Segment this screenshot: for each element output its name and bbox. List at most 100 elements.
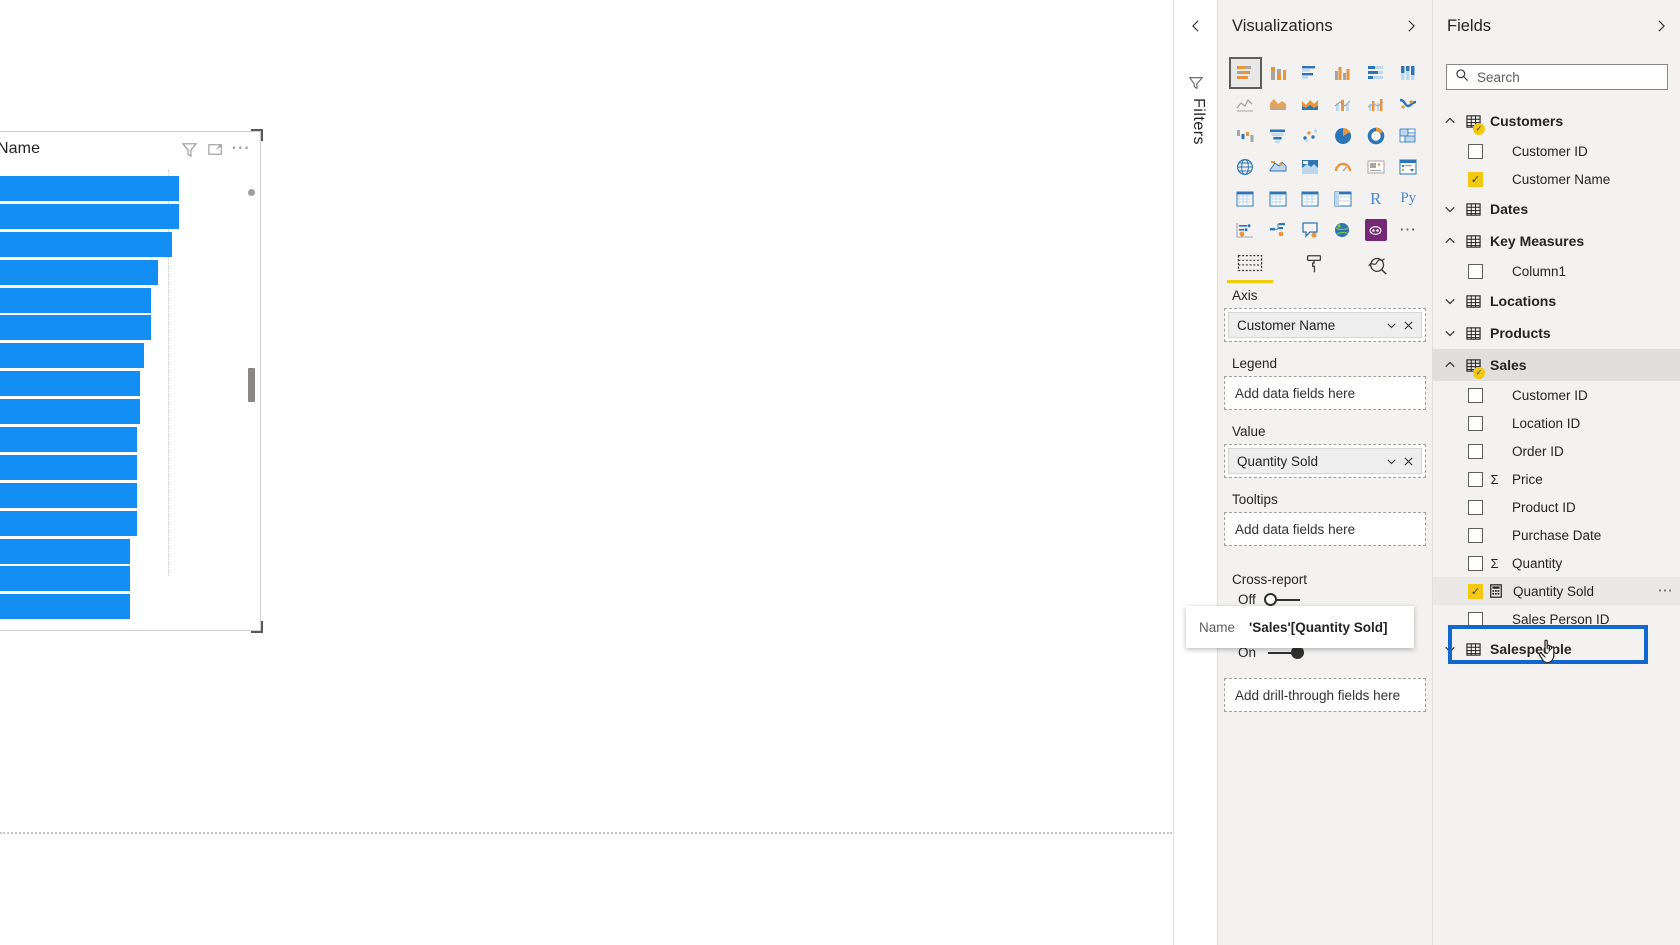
field-item-order-id[interactable]: Order ID xyxy=(1433,437,1680,465)
viz-type-kpi[interactable] xyxy=(1229,183,1262,215)
field-item-quantity[interactable]: Σ Quantity xyxy=(1433,549,1680,577)
chart-bar[interactable] xyxy=(0,287,151,313)
field-item-quantity-sold[interactable]: ✓ Quantity Sold ⋯ xyxy=(1433,577,1680,605)
viz-type-ribbon-chart[interactable] xyxy=(1392,89,1425,121)
visualizations-tabs[interactable] xyxy=(1218,245,1432,287)
chart-bar-row[interactable] xyxy=(0,315,232,341)
chevron-up-icon[interactable] xyxy=(1440,231,1460,251)
field-checkbox[interactable] xyxy=(1468,611,1483,627)
chart-bar-row[interactable] xyxy=(0,203,232,229)
viz-type-map[interactable] xyxy=(1229,152,1262,184)
chevron-down-icon[interactable] xyxy=(1440,291,1460,311)
visual-scrollbar[interactable] xyxy=(247,170,256,602)
field-item-product-id[interactable]: Product ID xyxy=(1433,493,1680,521)
field-item-location-id[interactable]: Location ID xyxy=(1433,409,1680,437)
chevron-right-icon[interactable] xyxy=(1400,15,1422,37)
tab-fields[interactable] xyxy=(1218,245,1282,283)
viz-type-table[interactable] xyxy=(1294,183,1327,215)
field-item-column1[interactable]: Column1 xyxy=(1433,257,1680,285)
chart-bar-row[interactable] xyxy=(0,287,232,313)
viz-type-funnel-chart[interactable] xyxy=(1262,120,1295,152)
field-checkbox[interactable] xyxy=(1468,471,1483,487)
chart-bar-row[interactable] xyxy=(0,259,232,285)
remove-field-icon[interactable] xyxy=(1400,315,1417,335)
well-tooltips[interactable]: Add data fields here xyxy=(1224,512,1426,546)
search-input[interactable]: Search xyxy=(1446,64,1668,90)
viz-type-line-chart[interactable] xyxy=(1229,89,1262,121)
chart-bar[interactable] xyxy=(0,315,151,341)
visual-type-gallery[interactable]: R Py ⋯ xyxy=(1229,57,1425,246)
viz-type-scatter-chart[interactable] xyxy=(1294,120,1327,152)
field-checkbox[interactable] xyxy=(1468,143,1483,159)
chart-bar-row[interactable] xyxy=(0,231,232,257)
chart-bar[interactable] xyxy=(0,259,159,285)
scrollbar-up-dot[interactable] xyxy=(248,189,255,196)
field-more-options-icon[interactable]: ⋯ xyxy=(1658,583,1675,598)
viz-type-decomposition-tree[interactable] xyxy=(1262,215,1295,247)
field-checkbox[interactable]: ✓ xyxy=(1468,171,1483,187)
field-checkbox[interactable] xyxy=(1468,263,1483,279)
fields-table-products[interactable]: Products xyxy=(1433,317,1680,349)
chart-bar[interactable] xyxy=(0,594,130,620)
viz-type-multi-row-card[interactable] xyxy=(1392,152,1425,184)
viz-type-stacked-area-chart[interactable] xyxy=(1294,89,1327,121)
field-checkbox[interactable]: ✓ xyxy=(1468,583,1483,599)
chart-bar-row[interactable] xyxy=(0,176,232,201)
field-checkbox[interactable] xyxy=(1468,527,1483,543)
viz-type-key-influencers[interactable] xyxy=(1229,215,1262,247)
chart-bar[interactable] xyxy=(0,510,137,536)
viz-type-waterfall-chart[interactable] xyxy=(1229,120,1262,152)
viz-type-more-visuals[interactable]: ⋯ xyxy=(1392,215,1425,247)
chevron-down-icon[interactable] xyxy=(1440,639,1460,659)
viz-type-area-chart[interactable] xyxy=(1262,89,1295,121)
chart-bar[interactable] xyxy=(0,566,130,592)
viz-type-qna-visual[interactable] xyxy=(1294,215,1327,247)
fields-table-sales[interactable]: ✓ Sales xyxy=(1433,349,1680,381)
report-canvas[interactable]: Name ⋯ 50 Quantity Sold xyxy=(0,0,1174,945)
viz-type-line-and-clustered-column-chart[interactable] xyxy=(1359,89,1392,121)
chart-bar-row[interactable] xyxy=(0,538,232,564)
tab-format[interactable] xyxy=(1282,245,1346,283)
field-item-purchase-date[interactable]: Purchase Date xyxy=(1433,521,1680,549)
chart-bar-row[interactable] xyxy=(0,566,232,592)
viz-type-treemap[interactable] xyxy=(1392,120,1425,152)
chart-bar[interactable] xyxy=(0,482,137,508)
field-item-customer-id[interactable]: Customer ID xyxy=(1433,381,1680,409)
viz-type-smart-narrative[interactable] xyxy=(1327,215,1360,247)
viz-type-slicer[interactable] xyxy=(1262,183,1295,215)
viz-type-stacked-column-chart[interactable] xyxy=(1262,57,1295,89)
viz-type-clustered-column-chart[interactable] xyxy=(1327,57,1360,89)
chart-bar[interactable] xyxy=(0,538,130,564)
focus-mode-icon[interactable] xyxy=(202,136,228,162)
scrollbar-thumb[interactable] xyxy=(248,368,255,402)
filter-icon[interactable] xyxy=(176,136,202,162)
fields-table-salespeople[interactable]: Salespeople xyxy=(1433,633,1680,665)
bar-chart-visual[interactable]: Name ⋯ 50 Quantity Sold xyxy=(0,129,263,633)
chevron-down-icon[interactable] xyxy=(1383,315,1400,335)
fields-table-customers[interactable]: ✓ Customers xyxy=(1433,105,1680,137)
filters-rail[interactable]: Filters xyxy=(1174,0,1218,945)
chart-bar[interactable] xyxy=(0,371,141,397)
chart-bar-row[interactable] xyxy=(0,371,232,397)
well-value[interactable]: Quantity Sold xyxy=(1224,444,1426,478)
chevron-up-icon[interactable] xyxy=(1440,355,1460,375)
chevron-up-icon[interactable] xyxy=(1440,111,1460,131)
chevron-down-icon[interactable] xyxy=(1383,451,1400,471)
viz-type-line-and-stacked-column-chart[interactable] xyxy=(1327,89,1360,121)
field-checkbox[interactable] xyxy=(1468,555,1483,571)
field-checkbox[interactable] xyxy=(1468,499,1483,515)
chart-bar-row[interactable] xyxy=(0,510,232,536)
chart-bar-row[interactable] xyxy=(0,454,232,480)
chart-bar-row[interactable] xyxy=(0,594,232,620)
cross-report-toggle-row[interactable]: Off xyxy=(1238,592,1426,607)
fields-tree[interactable]: ✓ Customers Customer ID ✓ Customer Name Dates… xyxy=(1433,105,1680,945)
viz-type-100-percent-stacked-bar-chart[interactable] xyxy=(1359,57,1392,89)
viz-type-100-percent-stacked-column-chart[interactable] xyxy=(1392,57,1425,89)
viz-type-python-visual[interactable]: Py xyxy=(1392,183,1425,215)
field-chip-axis[interactable]: Customer Name xyxy=(1228,312,1422,338)
more-visuals-icon[interactable]: ⋯ xyxy=(1399,221,1418,238)
chart-bar-row[interactable] xyxy=(0,427,232,453)
viz-type-paginated-report[interactable] xyxy=(1359,215,1392,247)
chart-bar[interactable] xyxy=(0,343,144,369)
chart-bar-row[interactable] xyxy=(0,482,232,508)
